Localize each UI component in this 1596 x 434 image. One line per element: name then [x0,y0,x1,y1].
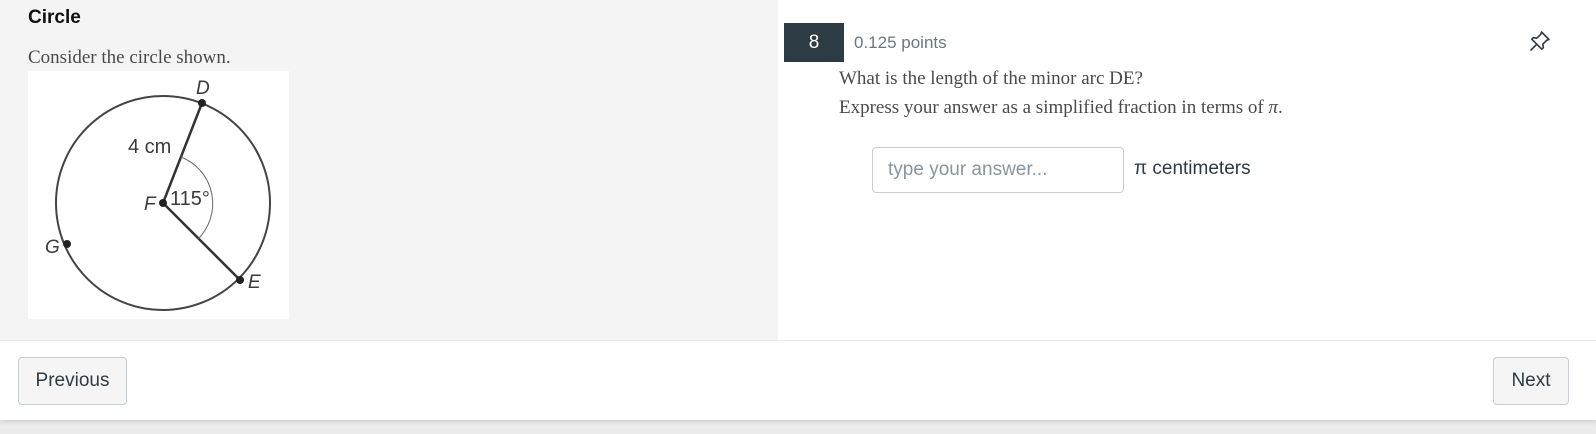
label-f: F [144,194,157,215]
question-text: What is the length of the minor arc DE? … [839,64,1283,122]
question-panel: 8 0.125 points What is the length of the… [778,0,1596,340]
footer-divider [0,340,1596,341]
angle-label: 115° [170,188,210,210]
previous-button[interactable]: Previous [18,357,127,405]
point-g [63,240,71,248]
quiz-page: Circle Consider the circle shown. D E F … [0,0,1596,420]
point-d [198,99,206,107]
answer-input[interactable] [872,147,1124,193]
pin-icon[interactable] [1528,29,1552,53]
pin-icon-graphic [1530,31,1550,51]
stimulus-prompt: Consider the circle shown. [28,47,231,68]
pi-symbol: π [1268,97,1279,118]
next-button[interactable]: Next [1493,357,1569,405]
label-e: E [248,272,261,293]
stimulus-panel: Circle Consider the circle shown. D E F … [0,0,778,340]
question-points: 0.125 points [854,33,947,52]
radius-label: 4 cm [128,136,171,158]
answer-units: π centimeters [1134,158,1251,179]
stimulus-title: Circle [28,7,81,28]
question-line-2-text: Express your answer as a simplified frac… [839,97,1269,118]
center-point-f [159,199,167,207]
question-line-1: What is the length of the minor arc DE? [839,68,1143,89]
question-line-2-end: . [1278,97,1283,118]
question-line-2: Express your answer as a simplified frac… [839,93,1283,122]
question-number-badge: 8 [784,23,844,62]
circle-figure: D E F G 4 cm 115° [28,71,289,319]
label-d: D [196,78,210,99]
radius-fe [162,202,241,281]
circle-diagram: D E F G 4 cm 115° [45,78,271,311]
label-g: G [45,237,60,258]
point-e [236,276,244,284]
